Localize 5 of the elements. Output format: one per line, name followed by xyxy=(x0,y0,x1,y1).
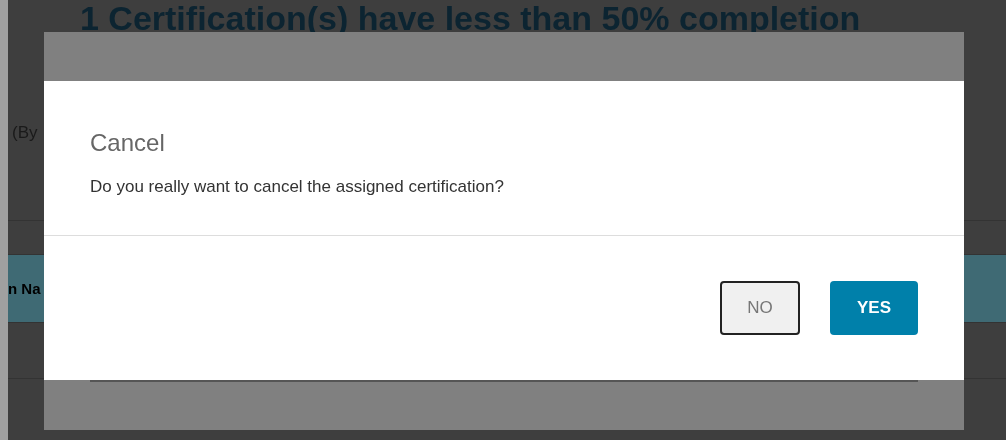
confirm-button[interactable]: YES xyxy=(830,281,918,335)
cancel-button[interactable]: NO xyxy=(720,281,800,335)
dialog-message: Do you really want to cancel the assigned certification? xyxy=(90,177,505,197)
column-header: n Na xyxy=(8,280,41,297)
dialog-title: Cancel xyxy=(90,129,166,157)
